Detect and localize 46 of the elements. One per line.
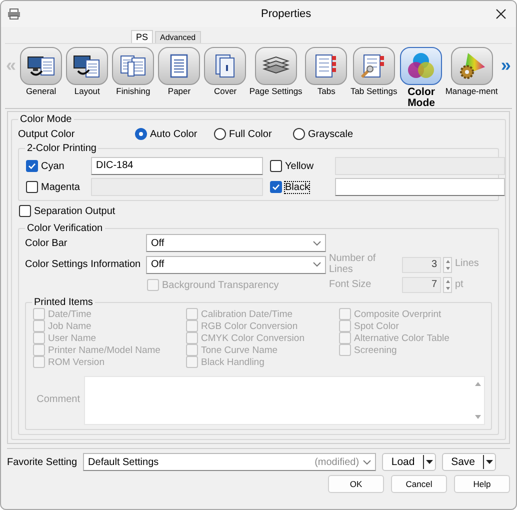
scroll-right-button[interactable]: » xyxy=(500,56,512,74)
radio-button[interactable]: Grayscale xyxy=(293,128,354,140)
dialog-button[interactable]: OK xyxy=(328,475,384,493)
input-field[interactable] xyxy=(335,178,505,196)
dropdown[interactable]: Default Settings (modified) xyxy=(83,453,376,471)
checkbox[interactable]: Separation Output xyxy=(18,205,116,217)
dropdown-arrow-button[interactable] xyxy=(423,455,436,469)
field-label: Favorite Setting xyxy=(7,456,78,468)
input-field[interactable]: DIC-184 xyxy=(91,157,263,175)
caret-icon xyxy=(313,240,321,246)
group-title: Color Mode xyxy=(19,114,73,125)
field-label: pt xyxy=(455,280,464,290)
caret-icon xyxy=(426,460,434,464)
group-title: Color Verification xyxy=(26,223,104,234)
field-label: Font Size xyxy=(329,280,372,290)
field-label: Number of Lines xyxy=(329,254,377,275)
check-icon xyxy=(28,162,36,170)
field-label: Lines xyxy=(455,259,480,270)
tab[interactable]: PS xyxy=(131,30,154,43)
checkbox[interactable]: Magenta xyxy=(25,181,81,193)
radio-button[interactable]: Auto Color xyxy=(135,128,198,140)
printer-icon xyxy=(7,8,21,20)
caret-icon xyxy=(486,460,494,464)
checkbox[interactable]: Cyan xyxy=(25,160,66,172)
spin-buttons[interactable] xyxy=(443,277,452,293)
dropdown[interactable]: Off xyxy=(146,234,326,252)
group-title: 2-Color Printing xyxy=(26,143,98,154)
checkbox[interactable]: Black xyxy=(269,181,310,193)
group-title: Printed Items xyxy=(33,297,94,308)
field-label: Color Bar xyxy=(25,238,68,248)
checkbox[interactable]: Yellow xyxy=(269,160,315,172)
dialog-button[interactable]: Help xyxy=(454,475,510,493)
field-label: Comment xyxy=(36,395,80,406)
tab[interactable]: Advanced xyxy=(155,31,201,43)
dropdown-arrow-button[interactable] xyxy=(483,455,496,469)
radio-button[interactable]: Full Color xyxy=(214,128,272,140)
dialog-button[interactable]: Cancel xyxy=(391,475,447,493)
field-label: Output Color xyxy=(18,128,76,140)
window-title: Properties xyxy=(261,8,312,20)
check-icon xyxy=(272,183,280,191)
field-label: Color Settings Information xyxy=(25,259,142,270)
dropdown[interactable]: Off xyxy=(146,256,326,274)
caret-icon xyxy=(363,460,372,464)
caret-icon xyxy=(313,262,321,267)
close-icon[interactable] xyxy=(496,9,506,19)
spin-buttons[interactable] xyxy=(443,256,452,272)
